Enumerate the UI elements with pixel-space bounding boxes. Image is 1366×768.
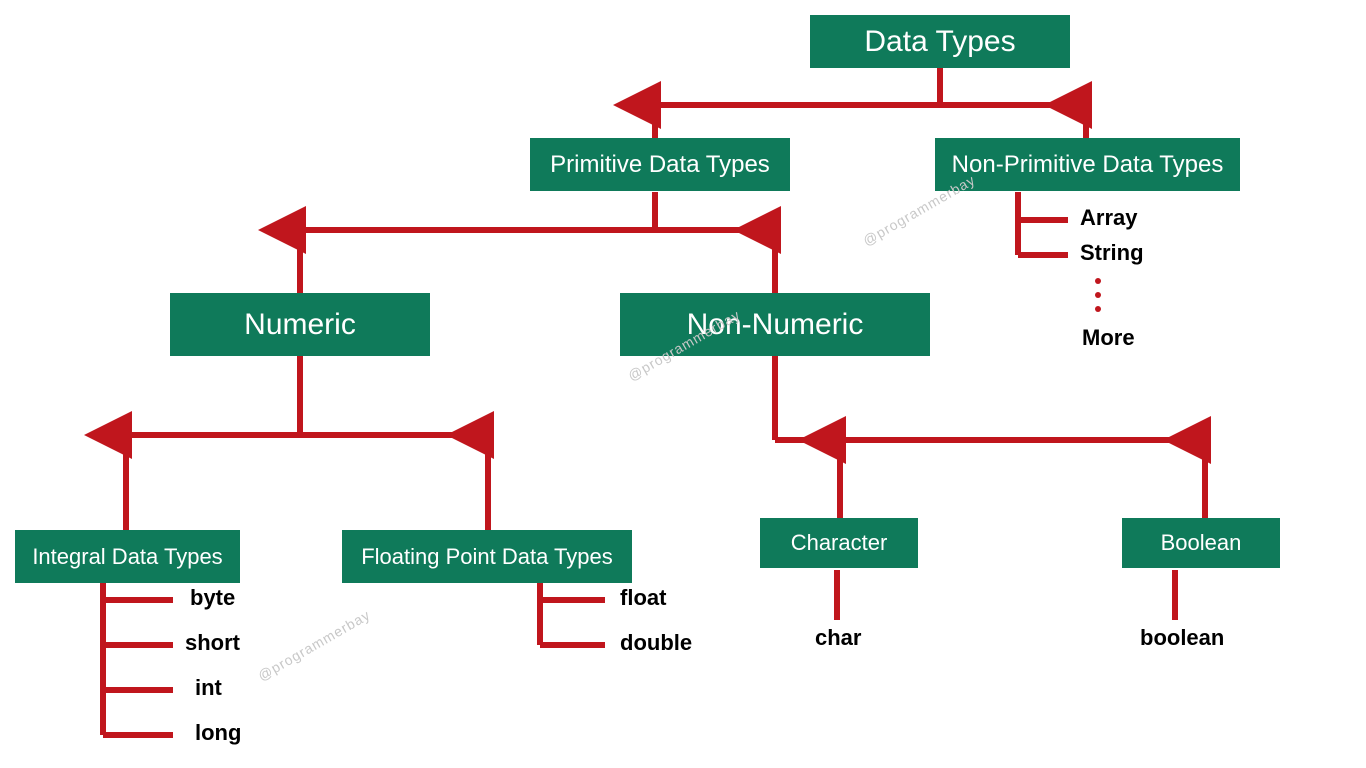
dot-icon <box>1095 292 1101 298</box>
dot-icon <box>1095 306 1101 312</box>
node-numeric: Numeric <box>170 293 430 356</box>
node-data-types: Data Types <box>810 15 1070 68</box>
leaf-char: char <box>815 625 861 651</box>
node-nonprimitive: Non-Primitive Data Types <box>935 138 1240 191</box>
watermark-text: @programmerbay <box>860 171 978 248</box>
node-boolean: Boolean <box>1122 518 1280 568</box>
leaf-byte: byte <box>190 585 235 611</box>
leaf-short: short <box>185 630 240 656</box>
leaf-array: Array <box>1080 205 1137 231</box>
leaf-boolean: boolean <box>1140 625 1224 651</box>
node-character: Character <box>760 518 918 568</box>
leaf-long: long <box>195 720 241 746</box>
leaf-double: double <box>620 630 692 656</box>
leaf-string: String <box>1080 240 1144 266</box>
dot-icon <box>1095 278 1101 284</box>
leaf-float: float <box>620 585 666 611</box>
node-primitive: Primitive Data Types <box>530 138 790 191</box>
leaf-more: More <box>1082 325 1135 351</box>
watermark-text: @programmerbay <box>255 606 373 683</box>
node-floating: Floating Point Data Types <box>342 530 632 583</box>
leaf-int: int <box>195 675 222 701</box>
node-integral: Integral Data Types <box>15 530 240 583</box>
